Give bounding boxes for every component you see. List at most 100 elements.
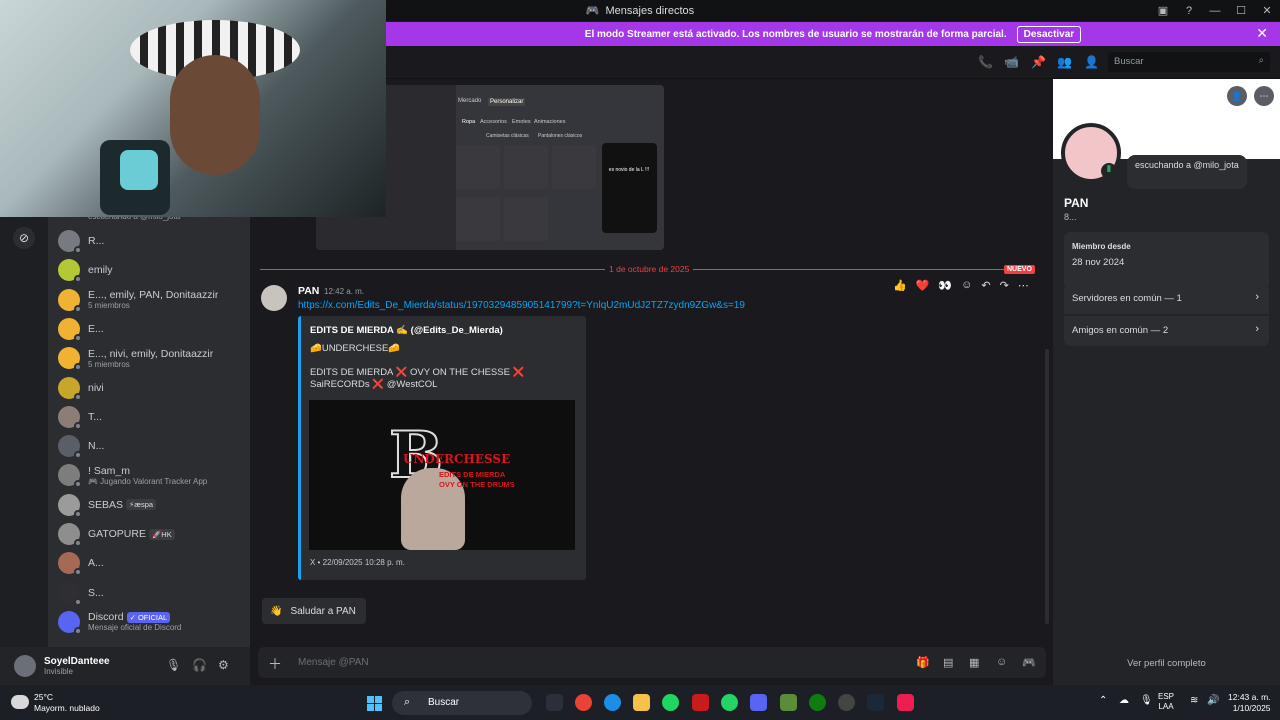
- taskbar-search[interactable]: ⌕ Buscar: [392, 691, 532, 715]
- eyes-reaction[interactable]: 👀: [938, 279, 952, 292]
- xbox-icon[interactable]: [809, 694, 826, 711]
- chrome-icon[interactable]: [575, 694, 592, 711]
- dm-avatar: [58, 523, 82, 547]
- onedrive-icon[interactable]: ☁: [1119, 695, 1129, 706]
- dm-item[interactable]: ! Sam_m 🎮 Jugando Valorant Tracker App: [58, 461, 248, 489]
- mutual-friends-row[interactable]: Amigos en común — 2 ›: [1064, 316, 1269, 346]
- user-avatar[interactable]: [14, 655, 36, 677]
- steam-icon[interactable]: [867, 694, 884, 711]
- maximize-button[interactable]: ☐: [1228, 4, 1254, 17]
- dm-avatar: [58, 405, 82, 430]
- dm-item[interactable]: T...: [58, 403, 248, 431]
- minecraft-icon[interactable]: [780, 694, 797, 711]
- message-composer[interactable]: ＋ Mensaje @PAN 🎁 ▤ ▦ ☺ 🎮: [258, 647, 1046, 678]
- settings-gear-icon[interactable]: ⚙: [218, 658, 229, 672]
- gif-icon[interactable]: ▤: [943, 656, 953, 669]
- minimize-button[interactable]: —: [1202, 5, 1228, 17]
- dm-avatar: [58, 230, 82, 254]
- gift-icon[interactable]: 🎁: [916, 656, 930, 669]
- wifi-icon[interactable]: ≋: [1190, 695, 1198, 706]
- search-input[interactable]: Buscar ⌕: [1108, 52, 1270, 72]
- mutual-servers-row[interactable]: Servidores en común — 1 ›: [1064, 284, 1269, 314]
- add-friend-icon[interactable]: 👥: [1057, 55, 1072, 69]
- dm-item[interactable]: emily: [58, 256, 248, 284]
- dm-avatar: [58, 376, 82, 401]
- video-icon[interactable]: 📹: [1004, 55, 1019, 69]
- dm-item[interactable]: R...: [58, 227, 248, 255]
- dm-item[interactable]: SEBAS ⚡æspa: [58, 491, 248, 519]
- headphones-icon[interactable]: 🎧: [192, 658, 207, 672]
- dm-item[interactable]: N...: [58, 432, 248, 460]
- more-options-icon[interactable]: ⋯: [1018, 279, 1029, 292]
- dm-item[interactable]: E...: [58, 315, 248, 343]
- tray-chevron-icon[interactable]: ⌃: [1099, 695, 1107, 706]
- embed-image[interactable]: B UNDERCHESSE EDITS DE MIERDA OVY ON THE…: [309, 400, 575, 550]
- message-avatar[interactable]: [261, 285, 287, 311]
- start-button[interactable]: [367, 696, 382, 711]
- volume-icon[interactable]: 🔊: [1207, 695, 1219, 706]
- clock[interactable]: 12:43 a. m. 1/10/2025: [1228, 692, 1271, 714]
- reply-icon[interactable]: ↶: [981, 279, 990, 292]
- dm-item[interactable]: Discord ✓ OFICIAL Mensaje oficial de Disco…: [58, 608, 248, 636]
- thumbs-up-reaction[interactable]: 👍: [893, 279, 907, 292]
- dm-subtext: 5 miembros: [88, 301, 130, 311]
- heart-reaction[interactable]: ❤️: [916, 279, 930, 292]
- weather-widget[interactable]: 25°C Mayorm. nublado: [34, 692, 100, 714]
- dm-tag: ✓ OFICIAL: [126, 612, 171, 624]
- chat-scrollbar[interactable]: [1045, 349, 1049, 624]
- dm-item[interactable]: nivi: [58, 374, 248, 402]
- discord-taskbar-icon[interactable]: [750, 694, 767, 711]
- banner-text: El modo Streamer está activado. Los nomb…: [584, 28, 1007, 40]
- mic-tray-icon[interactable]: 🎙: [1140, 695, 1153, 706]
- discover-icon[interactable]: ⊘: [13, 227, 35, 249]
- inbox-icon[interactable]: ▣: [1150, 4, 1176, 17]
- dm-name-label: SEBAS: [88, 498, 124, 511]
- message-author[interactable]: PAN: [298, 285, 319, 297]
- add-friend-icon[interactable]: 👤: [1227, 86, 1247, 106]
- embed-footer: X • 22/09/2025 10:28 p. m.: [310, 558, 405, 567]
- wave-button[interactable]: 👋 Saludar a PAN: [262, 598, 366, 624]
- whatsapp-icon[interactable]: [721, 694, 738, 711]
- dm-text: nivi: [88, 382, 104, 394]
- dm-item[interactable]: E..., emily, PAN, Donitaazzir 5 miembros: [58, 286, 248, 314]
- dm-name-label: ! Sam_m: [88, 464, 131, 477]
- tiktok-icon[interactable]: [897, 694, 914, 711]
- close-button[interactable]: ✕: [1254, 4, 1280, 17]
- dm-avatar: [58, 288, 82, 313]
- spotify-icon[interactable]: [662, 694, 679, 711]
- message-link[interactable]: https://x.com/Edits_De_Mierda/status/197…: [298, 300, 745, 311]
- embed-author[interactable]: EDITS DE MIERDA ✍️ (@Edits_De_Mierda): [310, 325, 503, 336]
- status-indicator: [74, 539, 82, 547]
- activities-icon[interactable]: 🎮: [1022, 656, 1036, 669]
- add-reaction-icon[interactable]: ☺: [961, 279, 972, 291]
- language-indicator[interactable]: ESP LAA: [1158, 692, 1174, 712]
- profile-toggle-icon[interactable]: 👤: [1084, 55, 1099, 69]
- app-icon[interactable]: [692, 694, 709, 711]
- dm-item[interactable]: E..., nivi, emily, Donitaazzir 5 miembros: [58, 344, 248, 372]
- chevron-right-icon: ›: [1255, 323, 1259, 335]
- sticker-icon[interactable]: ▦: [969, 656, 979, 669]
- dm-item[interactable]: S...: [58, 579, 248, 607]
- add-attachment-icon[interactable]: ＋: [268, 654, 282, 674]
- emoji-icon[interactable]: ☺: [996, 656, 1007, 668]
- call-icon[interactable]: 📞: [978, 55, 993, 69]
- edge-icon[interactable]: [604, 694, 621, 711]
- dm-text: S...: [88, 587, 104, 599]
- dm-name: Discord ✓ OFICIAL: [88, 611, 181, 623]
- mic-icon[interactable]: 🎙: [166, 658, 181, 672]
- deactivate-button[interactable]: Desactivar: [1016, 25, 1082, 43]
- image-title: UNDERCHESSE: [403, 452, 511, 466]
- more-icon[interactable]: ⋯: [1254, 86, 1274, 106]
- file-explorer-icon[interactable]: [633, 694, 650, 711]
- forward-icon[interactable]: ↷: [1000, 279, 1009, 292]
- view-full-profile-link[interactable]: Ver perfil completo: [1053, 658, 1280, 669]
- status-indicator: [74, 626, 82, 635]
- message-input[interactable]: Mensaje @PAN: [298, 657, 369, 668]
- dm-item[interactable]: A...: [58, 549, 248, 577]
- pin-icon[interactable]: 📌: [1031, 55, 1046, 69]
- dm-item[interactable]: GATOPURE 🚀HK: [58, 520, 248, 548]
- close-banner-icon[interactable]: ✕: [1256, 25, 1268, 42]
- task-view-icon[interactable]: [546, 694, 563, 711]
- help-icon[interactable]: ?: [1176, 5, 1202, 17]
- app-icon[interactable]: [838, 694, 855, 711]
